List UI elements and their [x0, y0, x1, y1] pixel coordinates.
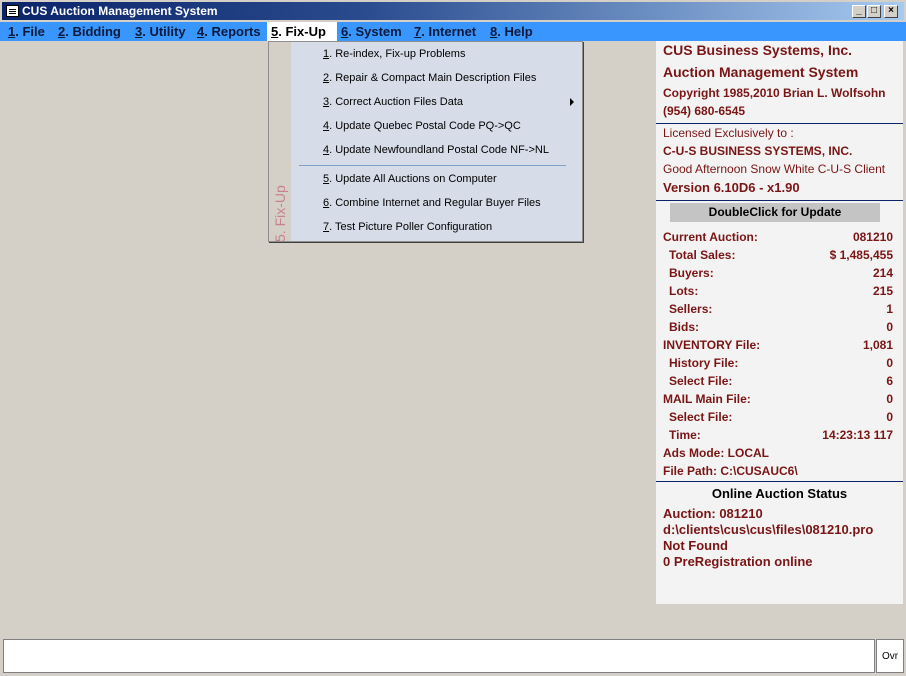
menu-item-label: . Update Quebec Postal Code PQ->QC	[329, 120, 521, 132]
stat-value: 1,081	[862, 338, 893, 352]
panel-divider	[656, 481, 903, 482]
menu-bidding[interactable]: 2. Bidding	[54, 22, 125, 41]
menu-internet[interactable]: 7. Internet	[410, 22, 480, 41]
product-name: Auction Management System	[663, 64, 859, 80]
stat-label: Time:	[669, 428, 701, 442]
stat-label: Lots:	[669, 284, 699, 298]
menu-item-correct-auction-files[interactable]: 3. Correct Auction Files Data	[323, 96, 463, 108]
stat-value: 14:23:13 117	[822, 428, 893, 442]
fixup-dropdown-menu: 5. Fix-Up 1. Re-index, Fix-up Problems 2…	[268, 41, 583, 242]
menu-item-test-picture-poller[interactable]: 7. Test Picture Poller Configuration	[323, 221, 492, 233]
update-button[interactable]: DoubleClick for Update	[670, 203, 880, 222]
menu-system-label: . System	[348, 24, 402, 39]
minimize-button[interactable]: _	[852, 5, 866, 18]
online-status-line: Not Found	[663, 538, 728, 553]
version-text: Version 6.10D6 - x1.90	[663, 180, 800, 195]
window-title: CUS Auction Management System	[22, 4, 218, 18]
menu-item-repair-compact[interactable]: 2. Repair & Compact Main Description Fil…	[323, 72, 536, 84]
menu-fixup-label: . Fix-Up	[278, 24, 326, 39]
menu-help-label: . Help	[497, 24, 533, 39]
stat-label: Select File:	[669, 410, 733, 424]
menu-item-label: . Correct Auction Files Data	[329, 96, 464, 108]
stat-value: 0	[886, 356, 893, 370]
online-auction-line: Auction: 081210	[663, 506, 763, 521]
menu-reports-label: . Reports	[204, 24, 261, 39]
menu-item-update-all-auctions[interactable]: 5. Update All Auctions on Computer	[323, 173, 497, 185]
app-icon[interactable]	[6, 5, 19, 17]
stat-label: Bids:	[669, 320, 699, 334]
stat-label: Select File:	[669, 374, 733, 388]
menu-reports[interactable]: 4. Reports	[193, 22, 265, 41]
online-path-line: d:\clients\cus\cus\files\081210.pro	[663, 522, 874, 537]
stat-value: 0	[886, 392, 893, 406]
stat-value: 081210	[852, 230, 893, 244]
online-status-title: Online Auction Status	[711, 486, 848, 501]
overwrite-mode-indicator: Ovr	[876, 639, 904, 673]
menu-utility-label: . Utility	[142, 24, 186, 39]
submenu-arrow-icon	[570, 98, 574, 106]
menu-item-update-quebec[interactable]: 4. Update Quebec Postal Code PQ->QC	[323, 120, 521, 132]
licensed-to-label: Licensed Exclusively to :	[663, 126, 794, 140]
menu-file-label: . File	[15, 24, 45, 39]
stat-value: 215	[872, 284, 893, 298]
stat-value: 1	[886, 302, 893, 316]
stat-label: Sellers:	[669, 302, 713, 316]
menu-item-reindex[interactable]: 1. Re-index, Fix-up Problems	[323, 48, 465, 60]
app-window: { "window": { "title": "CUS Auction Mana…	[0, 0, 906, 676]
stat-value: 0	[886, 410, 893, 424]
stat-value: $ 1,485,455	[829, 248, 893, 262]
panel-divider	[656, 200, 903, 201]
greeting-text: Good Afternoon Snow White C-U-S Client	[663, 162, 886, 176]
menu-item-update-newfoundland[interactable]: 4. Update Newfoundland Postal Code NF->N…	[323, 144, 549, 156]
menu-item-label: . Combine Internet and Regular Buyer Fil…	[329, 197, 541, 209]
maximize-button[interactable]: □	[867, 5, 881, 18]
company-name: CUS Business Systems, Inc.	[663, 42, 853, 58]
menu-bidding-label: . Bidding	[65, 24, 121, 39]
stat-label: Buyers:	[669, 266, 714, 280]
online-preregistration-line: 0 PreRegistration online	[663, 554, 813, 569]
menu-separator	[299, 165, 566, 166]
title-bar: CUS Auction Management System _ □ ×	[0, 0, 906, 22]
copyright-text: Copyright 1985,2010 Brian L. Wolfsohn	[663, 86, 886, 100]
stat-label: History File:	[669, 356, 739, 370]
phone-number: (954) 680-6545	[663, 104, 746, 118]
stat-value: 0	[886, 320, 893, 334]
licensee-name: C-U-S BUSINESS SYSTEMS, INC.	[663, 144, 853, 158]
menu-item-label: . Update Newfoundland Postal Code NF->NL	[329, 144, 549, 156]
menu-item-combine-buyer-files[interactable]: 6. Combine Internet and Regular Buyer Fi…	[323, 197, 541, 209]
menu-utility[interactable]: 3. Utility	[131, 22, 190, 41]
menu-side-strip-label: 5. Fix-Up	[272, 185, 288, 242]
panel-divider	[656, 123, 903, 124]
menu-item-label: . Test Picture Poller Configuration	[329, 221, 493, 233]
menu-system[interactable]: 6. System	[337, 22, 406, 41]
stat-value: 214	[872, 266, 893, 280]
menu-item-label: . Repair & Compact Main Description File…	[329, 72, 537, 84]
menu-item-label: . Update All Auctions on Computer	[329, 173, 497, 185]
stat-label: Current Auction:	[663, 230, 758, 244]
info-panel: CUS Business Systems, Inc. Auction Manag…	[656, 41, 903, 604]
ads-mode-text: Ads Mode: LOCAL	[663, 446, 769, 460]
menu-side-strip: 5. Fix-Up	[269, 42, 291, 242]
menu-internet-label: . Internet	[421, 24, 477, 39]
status-bar-input[interactable]	[3, 639, 875, 673]
menu-help[interactable]: 8. Help	[486, 22, 537, 41]
menu-item-label: . Re-index, Fix-up Problems	[329, 48, 466, 60]
stat-value: 6	[886, 374, 893, 388]
file-path-text: File Path: C:\CUSAUC6\	[663, 464, 798, 478]
close-button[interactable]: ×	[884, 5, 898, 18]
stat-label: INVENTORY File:	[663, 338, 761, 352]
menu-bar: 1. File 2. Bidding 3. Utility 4. Reports…	[0, 22, 906, 41]
stat-label: MAIL Main File:	[663, 392, 751, 406]
menu-fixup[interactable]: 5. Fix-Up	[267, 22, 337, 41]
stat-label: Total Sales:	[669, 248, 736, 262]
menu-file[interactable]: 1. File	[4, 22, 49, 41]
